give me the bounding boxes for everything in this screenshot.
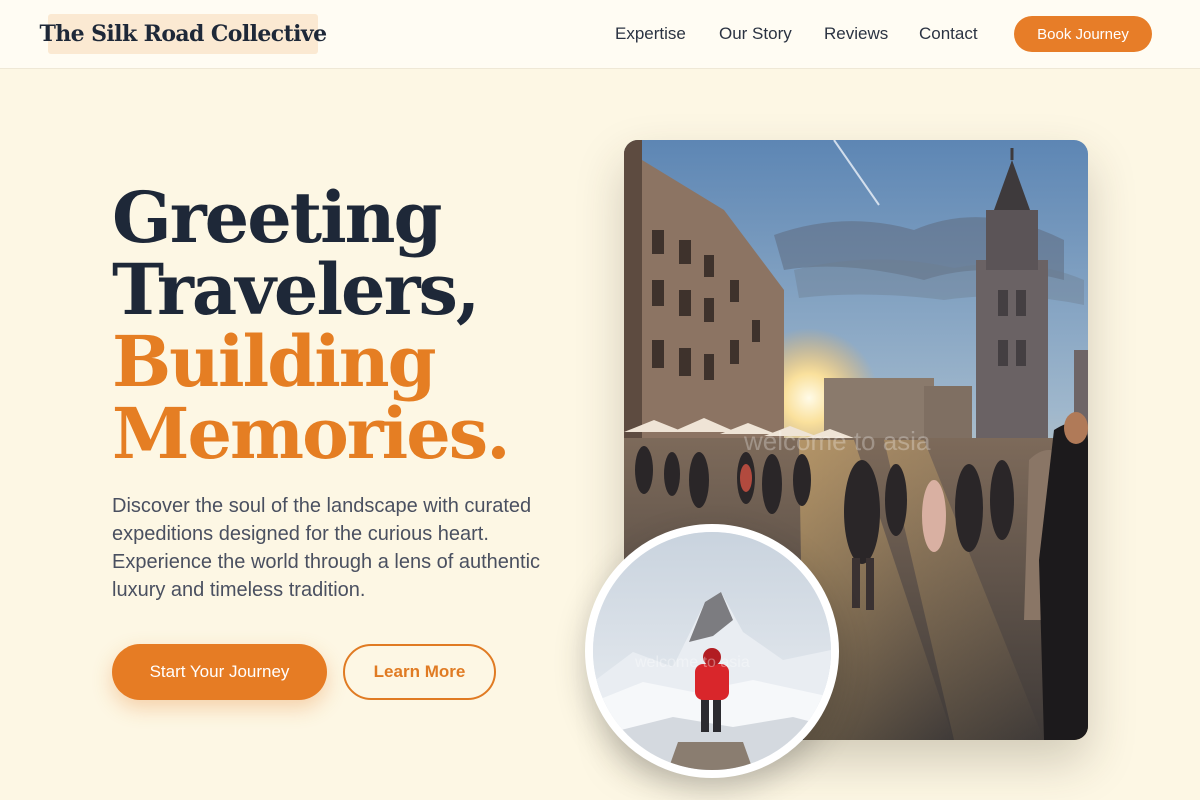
hero-headline: Greeting Travelers, Building Memories.: [112, 176, 511, 475]
mountain-hiker-illustration: welcome to asia: [593, 532, 831, 770]
nav-link-contact[interactable]: Contact: [919, 24, 978, 44]
start-journey-button[interactable]: Start Your Journey: [112, 644, 327, 700]
headline-line-4: Memories.: [112, 392, 511, 475]
hero-description: Discover the soul of the landscape with …: [112, 495, 541, 601]
site-header: The Silk Road Collective Expertise Our S…: [0, 0, 1200, 69]
hero-circle-photo: welcome to asia: [585, 524, 839, 778]
circle-watermark-text: welcome to asia: [634, 654, 750, 671]
nav-link-our-story[interactable]: Our Story: [719, 24, 792, 44]
headline-line-2: Travelers,: [112, 248, 480, 331]
brand-logo[interactable]: The Silk Road Collective: [40, 14, 327, 54]
nav-link-reviews[interactable]: Reviews: [824, 24, 888, 44]
book-journey-button[interactable]: Book Journey: [1014, 16, 1152, 52]
headline-line-3: Building: [112, 320, 437, 403]
watermark-text: welcome to asia: [743, 426, 931, 456]
nav-link-expertise[interactable]: Expertise: [615, 24, 686, 44]
learn-more-button[interactable]: Learn More: [343, 644, 496, 700]
headline-line-1: Greeting: [112, 176, 442, 259]
